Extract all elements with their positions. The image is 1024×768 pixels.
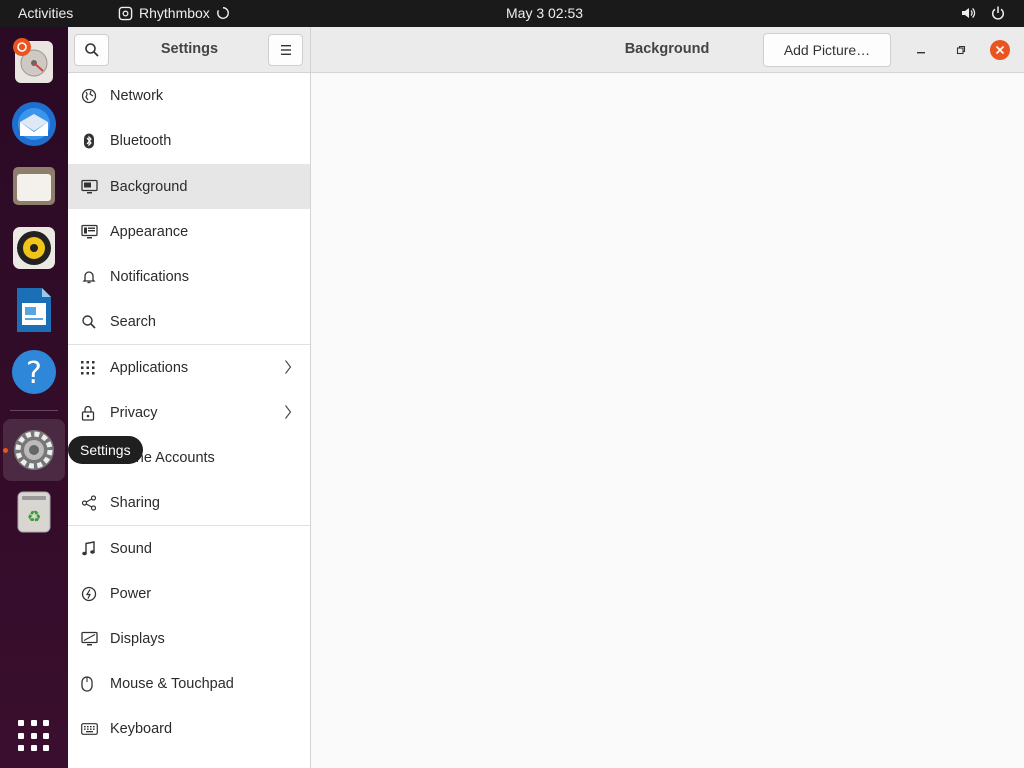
writer-icon <box>17 288 51 332</box>
keyboard-icon <box>68 722 110 735</box>
dock-tooltip: Settings <box>68 436 143 464</box>
close-icon <box>990 40 1010 60</box>
sidebar-item-label: Sound <box>110 540 152 557</box>
sidebar-item-background[interactable]: Background <box>68 164 310 209</box>
sidebar-item-label: Sharing <box>110 494 160 511</box>
bluetooth-icon <box>68 133 110 149</box>
sidebar-item-label: Search <box>110 313 156 330</box>
loading-spinner-icon <box>216 7 229 19</box>
sidebar-item-label: Keyboard <box>110 720 173 737</box>
chevron-right-icon <box>284 359 292 379</box>
thunderbird-icon <box>12 102 56 146</box>
top-bar: Activities Rhythmbox May 3 02:53 <box>0 0 1024 27</box>
menu-button[interactable] <box>268 34 303 66</box>
add-picture-button[interactable]: Add Picture… <box>763 33 891 67</box>
bell-icon <box>68 269 110 285</box>
sidebar-item-notifications[interactable]: Notifications <box>68 254 310 299</box>
dock-item-thunderbird[interactable] <box>8 98 60 150</box>
search-icon <box>68 314 110 330</box>
header-bar: Settings Background Add Picture… <box>68 27 1024 73</box>
sidebar-item-mouse-touchpad[interactable]: Mouse & Touchpad <box>68 661 310 706</box>
sidebar-item-sharing[interactable]: Sharing <box>68 480 310 525</box>
sidebar-item-label: Power <box>110 585 152 602</box>
power-icon <box>68 586 110 602</box>
svg-text:♻: ♻ <box>27 507 41 526</box>
sidebar-item-bluetooth[interactable]: Bluetooth <box>68 118 310 163</box>
activities-button[interactable]: Activities <box>18 5 73 21</box>
sidebar-item-sound[interactable]: Sound <box>68 526 310 571</box>
system-tray[interactable] <box>960 5 1006 21</box>
lock-icon <box>68 405 110 421</box>
dock-item-rhythmbox[interactable] <box>8 222 60 274</box>
sidebar-item-displays[interactable]: Displays <box>68 616 310 661</box>
running-indicator <box>3 448 8 453</box>
restore-icon <box>956 45 966 55</box>
dock: ? ♻ <box>0 27 68 768</box>
minimize-icon <box>917 52 925 54</box>
sidebar-item-network[interactable]: Network <box>68 73 310 118</box>
sidebar-item-label: Privacy <box>110 404 158 421</box>
apps-icon <box>68 360 110 375</box>
sidebar-item-search[interactable]: Search <box>68 299 310 344</box>
sidebar-item-label: Network <box>110 87 164 104</box>
dock-item-settings[interactable] <box>3 419 65 481</box>
music-icon <box>68 540 110 557</box>
display-icon <box>68 631 110 647</box>
sidebar-item-power[interactable]: Power <box>68 571 310 616</box>
sidebar-item-label: Mouse & Touchpad <box>110 675 234 692</box>
close-button[interactable] <box>990 40 1010 60</box>
dock-item-trash[interactable]: ♻ <box>8 486 60 538</box>
dock-item-disk-utility[interactable] <box>8 36 60 88</box>
power-menu-icon[interactable] <box>990 5 1006 21</box>
minimize-button[interactable] <box>911 40 931 60</box>
dock-separator <box>10 410 58 411</box>
mouse-icon <box>68 675 110 692</box>
app-menu[interactable]: Rhythmbox <box>118 5 230 21</box>
svg-text:?: ? <box>26 356 42 391</box>
settings-gear-icon <box>14 430 54 470</box>
network-icon <box>68 88 110 104</box>
sidebar-item-keyboard[interactable]: Keyboard <box>68 706 310 751</box>
sidebar-item-applications[interactable]: Applications <box>68 345 310 390</box>
chevron-right-icon <box>284 404 292 424</box>
share-icon <box>68 494 110 511</box>
disk-utility-icon <box>13 38 53 83</box>
volume-icon[interactable] <box>960 5 976 21</box>
clock[interactable]: May 3 02:53 <box>506 5 583 21</box>
hamburger-menu-icon <box>280 45 291 55</box>
app-name: Rhythmbox <box>139 5 210 21</box>
rhythmbox-small-icon <box>118 6 133 20</box>
background-panel <box>311 73 1024 768</box>
settings-window: Settings Background Add Picture… Network… <box>68 27 1024 768</box>
show-applications-icon[interactable] <box>18 720 50 752</box>
background-icon <box>68 179 110 195</box>
sidebar-item-privacy[interactable]: Privacy <box>68 390 310 435</box>
appearance-icon <box>68 224 110 240</box>
files-icon <box>13 167 55 205</box>
sidebar-item-label: Displays <box>110 630 165 647</box>
sidebar-item-label: Bluetooth <box>110 132 172 149</box>
sidebar-item-label: Notifications <box>110 268 189 285</box>
maximize-button[interactable] <box>951 40 971 60</box>
sidebar-item-label: Applications <box>110 359 189 376</box>
sidebar-item-label: Background <box>110 178 188 195</box>
help-icon: ? <box>12 350 56 394</box>
sidebar-item-label: Appearance <box>110 223 189 240</box>
rhythmbox-icon <box>13 227 55 269</box>
dock-item-writer[interactable] <box>8 284 60 336</box>
dock-item-help[interactable]: ? <box>8 346 60 398</box>
sidebar-header: Settings <box>68 27 311 73</box>
sidebar-item-appearance[interactable]: Appearance <box>68 209 310 254</box>
settings-sidebar: Network Bluetooth Background Appearance … <box>68 73 311 768</box>
trash-icon: ♻ <box>17 491 51 533</box>
dock-item-files[interactable] <box>8 160 60 212</box>
